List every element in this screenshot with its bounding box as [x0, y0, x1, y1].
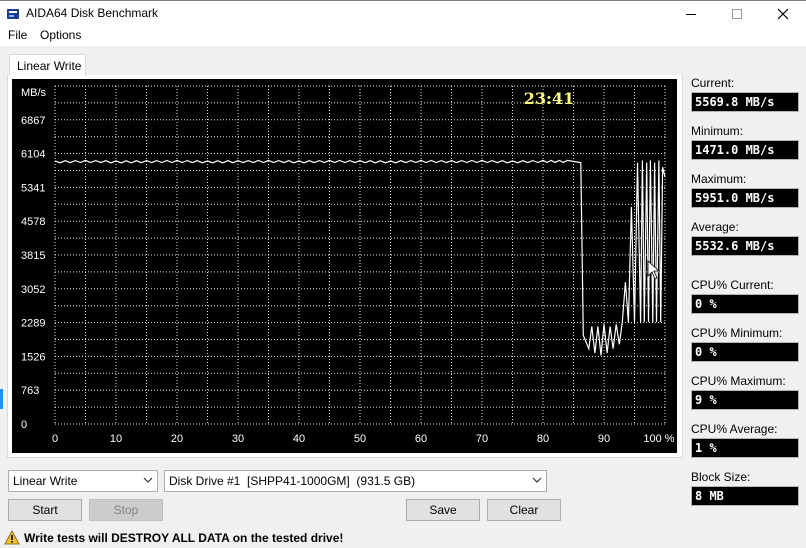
- stat-value-cpupct-minimum: 0 %: [691, 342, 799, 362]
- stat-label-current: Current:: [691, 76, 735, 90]
- stat-label-cpupct-average: CPU% Average:: [691, 422, 778, 436]
- tab-linear-write[interactable]: Linear Write: [9, 54, 86, 76]
- close-icon: [777, 8, 789, 20]
- x-tick-label: 10: [110, 433, 122, 445]
- menu-bar: File Options: [0, 26, 806, 46]
- stat-value-minimum: 1471.0 MB/s: [691, 140, 799, 160]
- y-tick-label: 6867: [21, 115, 45, 127]
- stat-label-cpupct-maximum: CPU% Maximum:: [691, 374, 786, 388]
- stat-label-cpupct-minimum: CPU% Minimum:: [691, 326, 783, 340]
- x-tick-label: 40: [293, 433, 305, 445]
- x-tick-label: 70: [476, 433, 488, 445]
- y-axis-unit-label: MB/s: [21, 87, 47, 99]
- maximize-icon: [732, 9, 742, 19]
- stat-value-cpupct-current: 0 %: [691, 294, 799, 314]
- x-tick-label: 50: [354, 433, 366, 445]
- window-edge-accent: [0, 389, 3, 409]
- y-tick-label: 0: [21, 419, 27, 431]
- x-tick-label: 80: [537, 433, 549, 445]
- stat-label-minimum: Minimum:: [691, 124, 744, 138]
- drive-select-value: Disk Drive #1 [SHPP41-1000GM] (931.5 GB): [169, 474, 416, 488]
- y-tick-label: 2289: [21, 318, 45, 330]
- y-tick-label: 763: [21, 385, 39, 397]
- x-tick-label: 60: [415, 433, 427, 445]
- warning-icon: [4, 530, 20, 545]
- stat-value-block-size: 8 MB: [691, 486, 799, 506]
- stat-label-cpupct-current: CPU% Current:: [691, 278, 774, 292]
- window-title: AIDA64 Disk Benchmark: [26, 6, 159, 20]
- elapsed-time: 23:41: [524, 89, 574, 108]
- stat-value-current: 5569.8 MB/s: [691, 92, 799, 112]
- stat-value-maximum: 5951.0 MB/s: [691, 188, 799, 208]
- y-tick-label: 3052: [21, 284, 45, 296]
- stat-value-average: 5532.6 MB/s: [691, 236, 799, 256]
- y-tick-label: 3815: [21, 250, 45, 262]
- stop-button[interactable]: Stop: [89, 499, 163, 521]
- minimize-button[interactable]: [668, 1, 714, 27]
- stat-label-block-size: Block Size:: [691, 470, 751, 484]
- stat-value-cpupct-average: 1 %: [691, 438, 799, 458]
- x-tick-label: 20: [171, 433, 183, 445]
- x-tick-label: 90: [598, 433, 610, 445]
- clear-button[interactable]: Clear: [487, 499, 561, 521]
- status-bar: Write tests will DESTROY ALL DATA on the…: [0, 528, 806, 548]
- y-tick-label: 4578: [21, 216, 45, 228]
- y-tick-label: 6104: [21, 149, 45, 161]
- stat-value-cpupct-maximum: 9 %: [691, 390, 799, 410]
- drive-select[interactable]: Disk Drive #1 [SHPP41-1000GM] (931.5 GB): [164, 470, 547, 492]
- chevron-down-icon: [532, 477, 542, 483]
- x-tick-label: 100 %: [643, 433, 674, 445]
- stat-label-maximum: Maximum:: [691, 172, 747, 186]
- app-icon: [7, 9, 19, 19]
- benchmark-chart: 6867 6104 5341 4578 3815 3052 2289 1526 763 0 MB/s…: [12, 79, 677, 453]
- minimize-icon: [686, 14, 696, 15]
- menu-file[interactable]: File: [6, 28, 29, 42]
- x-tick-label: 30: [232, 433, 244, 445]
- menu-options[interactable]: Options: [38, 28, 83, 42]
- test-select[interactable]: Linear Write: [8, 470, 158, 492]
- maximize-button[interactable]: [714, 1, 760, 27]
- chevron-down-icon: [143, 477, 153, 483]
- y-tick-label: 1526: [21, 351, 45, 363]
- chart-svg: 6867 6104 5341 4578 3815 3052 2289 1526 763 0 MB/s…: [21, 85, 675, 445]
- start-button[interactable]: Start: [8, 499, 82, 521]
- close-button[interactable]: [760, 1, 806, 27]
- title-bar: AIDA64 Disk Benchmark: [0, 0, 806, 26]
- test-select-value: Linear Write: [13, 474, 78, 488]
- save-button[interactable]: Save: [406, 499, 480, 521]
- y-tick-label: 5341: [21, 182, 45, 194]
- warning-text: Write tests will DESTROY ALL DATA on the…: [24, 531, 344, 545]
- stat-label-average: Average:: [691, 220, 739, 234]
- x-tick-label: 0: [52, 433, 58, 445]
